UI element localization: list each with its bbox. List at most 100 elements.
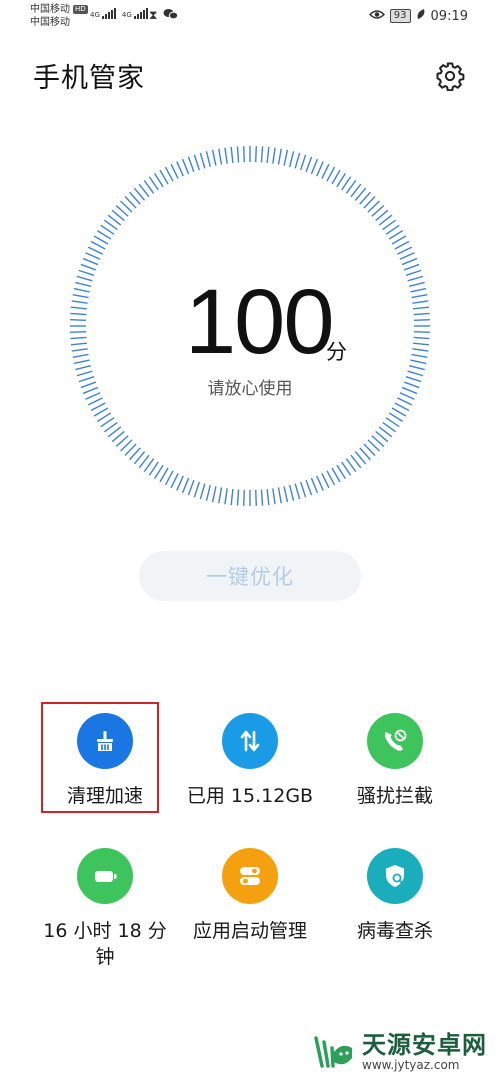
dial-tick [272,147,276,164]
tool-app-launch-manager[interactable]: 应用启动管理 [180,848,320,944]
dial-tick [170,473,179,489]
dial-tick [388,412,404,422]
dial-tick [321,163,330,179]
dial-tick [70,331,87,333]
dial-tick [413,312,430,316]
dial-tick [272,488,276,505]
dial-tick [260,489,264,506]
dial-tick [170,163,179,179]
tool-virus-scan[interactable]: 病毒查杀 [325,848,465,944]
dial-tick [300,481,307,498]
toggle-switch-icon [222,848,278,904]
dial-tick [388,230,404,240]
dial-tick [243,146,245,163]
dial-tick [399,252,415,260]
tool-harassment-block[interactable]: 骚扰拦截 [325,713,465,809]
dial-tick [100,224,115,235]
dial-tick [80,263,97,271]
dial-tick [336,172,346,188]
dial-tick [164,470,174,486]
dial-tick [283,149,289,166]
dial-tick [70,342,87,346]
dial-tick [93,235,109,245]
tool-storage-usage[interactable]: 已用 15.12GB [180,713,320,809]
clock-time: 09:19 [430,8,468,24]
dial-tick [205,484,212,501]
score-value: 100 [185,271,334,373]
dial-tick [326,166,336,182]
dial-tick [70,336,87,340]
one-click-optimize-button[interactable]: 一键优化 [139,551,361,601]
site-watermark: 天源安卓网 www.jytyaz.com [308,1028,487,1076]
dial-tick [148,176,159,191]
dial-tick [277,487,282,504]
dial-tick [260,146,264,163]
signal-indicators: 4G 4G [90,8,148,19]
dial-tick [385,224,400,235]
dial-tick [408,364,425,371]
dial-tick [159,467,169,483]
dial-tick [193,481,200,498]
watermark-title: 天源安卓网 [362,1031,487,1059]
dial-tick [96,230,112,240]
dial-tick [385,417,400,428]
signal-1-icon: 4G [90,8,116,19]
dial-tick [410,287,427,293]
android-logo-icon [314,1036,352,1068]
tool-battery-time[interactable]: 16 小时 18 分钟 [35,848,175,970]
dial-tick [75,364,92,371]
dial-tick [266,146,270,163]
dial-tick [90,240,106,250]
wechat-icon [163,8,179,23]
dial-tick [71,300,88,304]
dial-tick [331,169,341,185]
dial-tick [412,348,429,352]
dial-tick [316,161,324,177]
dial-tick [181,477,190,494]
dial-tick [403,263,420,271]
dial-tick [277,148,282,165]
dial-tick [300,154,307,171]
dial-tick [294,152,301,169]
dial-tick [236,489,240,506]
dial-tick [397,246,413,255]
dial-tick [224,488,228,505]
highlight-frame [41,702,159,813]
dial-tick [394,402,410,412]
notification-icons: ⧗ [149,8,179,23]
dial-tick [305,156,313,173]
network-1-type: 4G [90,11,100,19]
dial-tick [413,342,430,346]
dial-tick [391,407,407,417]
dial-tick [176,475,184,491]
dial-tick [70,319,87,321]
dial-tick [70,312,87,316]
dial-tick [288,151,295,168]
dial-tick [316,475,324,491]
dial-tick [411,353,428,358]
dial-tick [73,359,90,365]
dial-tick [96,412,112,422]
carrier-1-name: 中国移动 [30,4,70,15]
battery-icon [77,848,133,904]
status-right: 93 09:19 [368,8,468,24]
signal-2-icon: 4G [122,8,148,19]
dial-tick [310,477,319,494]
leaf-icon [416,8,426,24]
dial-tick [331,467,341,483]
carrier-info: 中国移动 HD 中国移动 [30,3,88,29]
dial-tick [199,483,206,500]
network-2-type: 4G [121,11,132,19]
dial-tick [72,353,89,358]
dial-tick [230,146,234,163]
dial-tick [93,407,109,417]
dial-tick [412,300,429,304]
settings-button[interactable] [432,58,468,94]
status-bar: 中国移动 HD 中国移动 4G 4G ⧗ 93 09:19 [0,0,500,36]
dial-tick [410,359,427,365]
dial-tick [394,240,410,250]
tool-label: 病毒查杀 [356,920,433,942]
score-description: 请放心使用 [207,379,293,399]
tool-label: 应用启动管理 [192,920,307,942]
dial-tick [90,402,106,412]
